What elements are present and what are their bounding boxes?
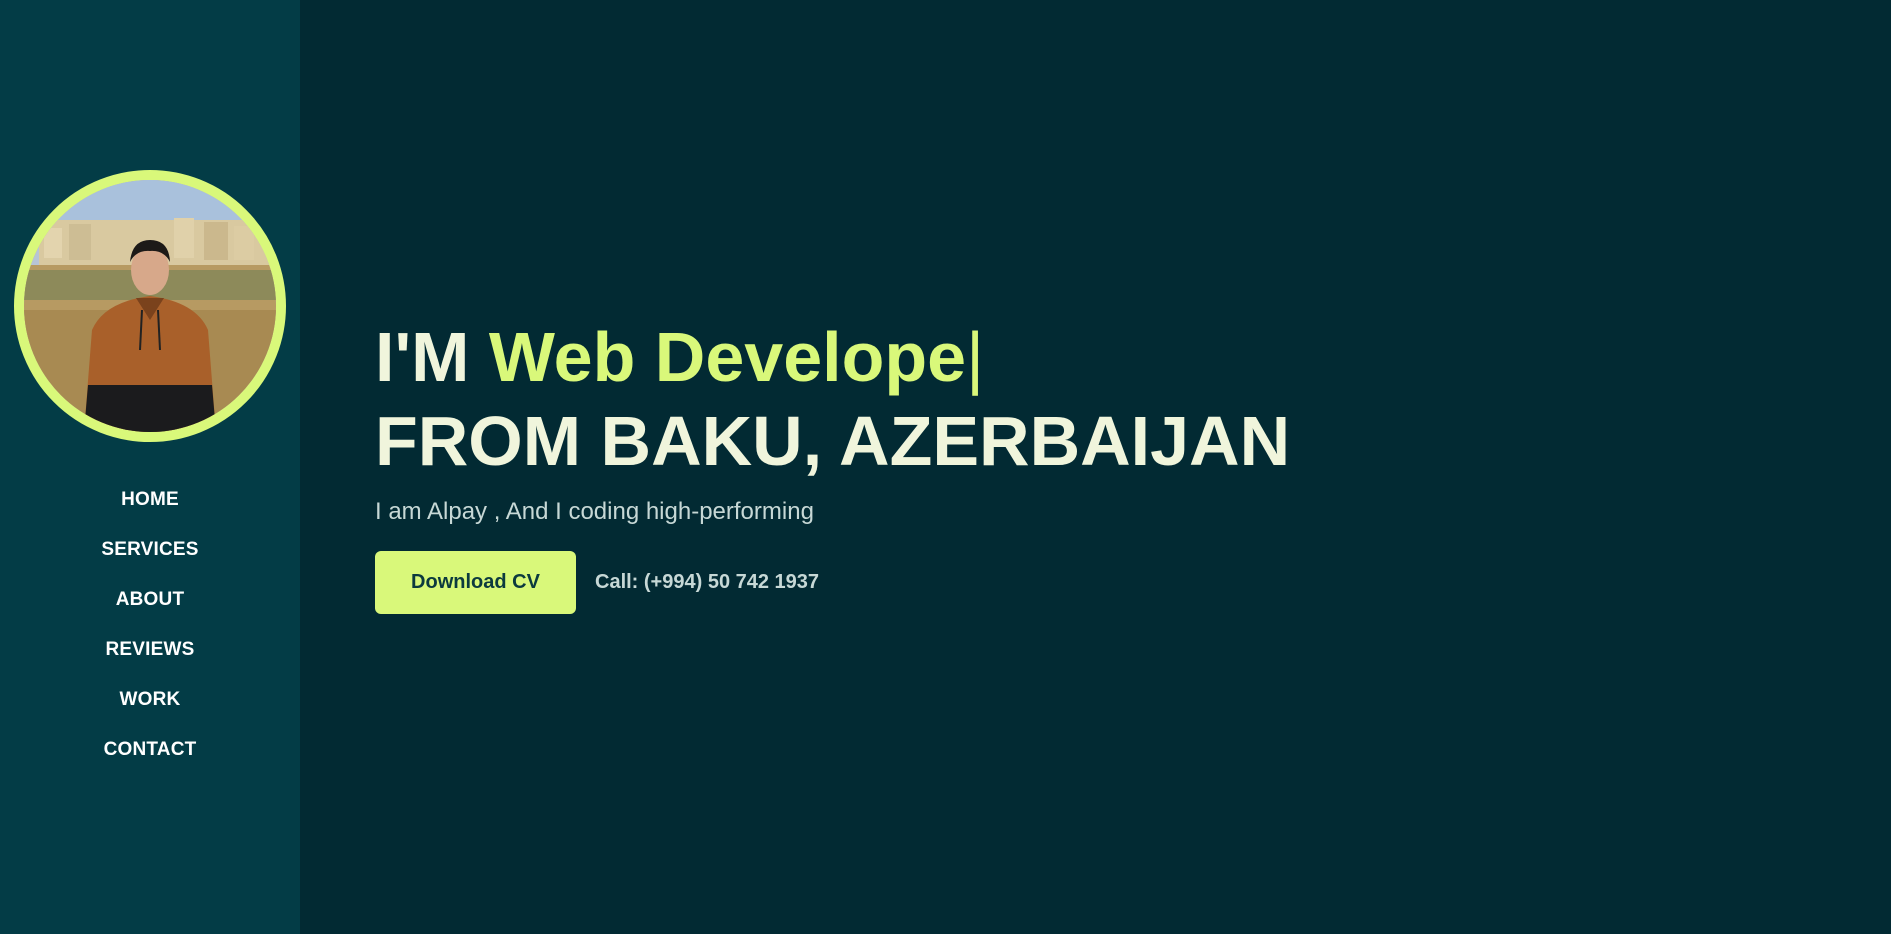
hero-actions: Download CV Call: (+994) 50 742 1937: [375, 551, 1290, 614]
nav-item-services[interactable]: SERVICES: [0, 530, 300, 580]
headline-role: Web Develope: [488, 318, 967, 396]
sidebar: HOME SERVICES ABOUT REVIEWS WORK CONTACT: [0, 0, 300, 934]
profile-photo-icon: [24, 180, 276, 432]
hero-tagline: I am Alpay , And I coding high-performin…: [375, 498, 814, 525]
hero-section: I'M Web Develope| FROM BAKU, AZERBAIJAN …: [375, 315, 1290, 614]
typing-cursor: |: [966, 318, 985, 396]
headline-intro: I'M: [375, 318, 470, 396]
nav-item-contact[interactable]: CONTACT: [0, 730, 300, 780]
main-content: I'M Web Develope| FROM BAKU, AZERBAIJAN …: [300, 0, 1891, 934]
avatar: [14, 170, 286, 442]
download-cv-button[interactable]: Download CV: [375, 551, 576, 614]
nav-item-reviews[interactable]: REVIEWS: [0, 630, 300, 680]
call-phone-text: Call: (+994) 50 742 1937: [595, 571, 820, 593]
hero-headline: I'M Web Develope| FROM BAKU, AZERBAIJAN: [375, 315, 1290, 483]
nav-item-about[interactable]: ABOUT: [0, 580, 300, 630]
nav-item-home[interactable]: HOME: [0, 480, 300, 530]
headline-location: FROM BAKU, AZERBAIJAN: [375, 402, 1291, 480]
main-nav: HOME SERVICES ABOUT REVIEWS WORK CONTACT: [0, 480, 300, 780]
nav-item-work[interactable]: WORK: [0, 680, 300, 730]
